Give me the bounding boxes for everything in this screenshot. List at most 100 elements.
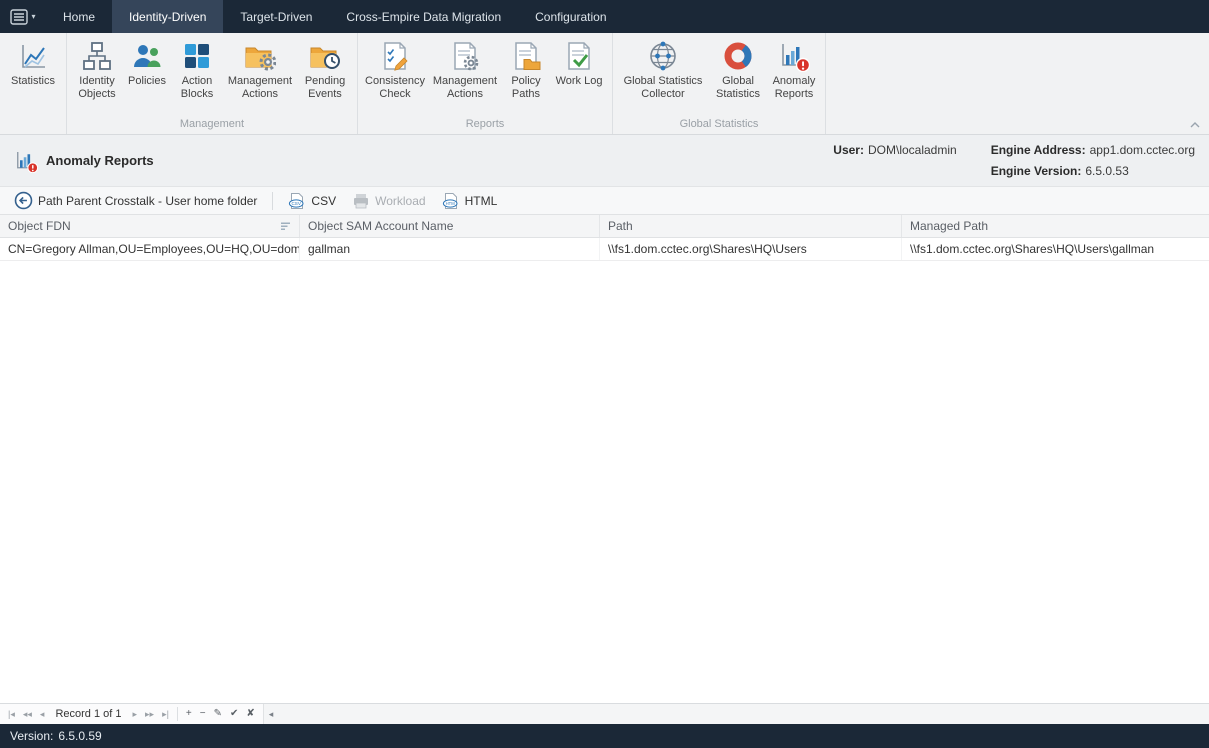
nav-append-button[interactable]: + — [182, 704, 196, 724]
table-row[interactable]: CN=Gregory Allman,OU=Employees,OU=HQ,OU=… — [0, 238, 1209, 261]
ribbon-group-management: Identity Objects Policies Action — [67, 33, 358, 134]
tab-identity-driven[interactable]: Identity-Driven — [112, 0, 223, 33]
engine-info: User:DOM\localadmin Engine Address:app1.… — [833, 143, 1195, 178]
nav-delete-button[interactable]: − — [196, 704, 210, 724]
document-gear-icon — [449, 40, 481, 72]
page-title: Anomaly Reports — [14, 149, 154, 173]
svg-text:HTM: HTM — [445, 201, 455, 206]
scroll-left-arrow-icon[interactable]: ◂ — [264, 709, 279, 720]
checklist-pencil-icon — [379, 40, 411, 72]
nav-first-button[interactable]: |◂ — [4, 704, 19, 724]
sort-indicator-icon — [281, 222, 291, 231]
engine-address-info: Engine Address:app1.dom.cctec.org — [991, 143, 1195, 157]
cell-object-fdn[interactable]: CN=Gregory Allman,OU=Employees,OU=HQ,OU=… — [0, 238, 300, 260]
policies-button[interactable]: Policies — [123, 36, 171, 90]
page-title-text: Anomaly Reports — [46, 153, 154, 168]
engine-version-info: Engine Version:6.5.0.53 — [991, 164, 1195, 178]
toolbar-separator — [272, 192, 273, 210]
identity-objects-icon — [81, 40, 113, 72]
column-header-object-sam-account-name[interactable]: Object SAM Account Name — [300, 215, 600, 237]
grid-empty-area — [0, 261, 1209, 703]
tab-target-driven[interactable]: Target-Driven — [223, 0, 329, 33]
policies-icon — [131, 40, 163, 72]
column-header-path[interactable]: Path — [600, 215, 902, 237]
work-log-button[interactable]: Work Log — [550, 36, 608, 90]
statistics-button[interactable]: Statistics — [4, 36, 62, 90]
export-html-button[interactable]: HTM HTML — [436, 190, 504, 212]
folder-gear-icon — [244, 40, 276, 72]
workload-label: Workload — [375, 194, 425, 208]
app-menu-button[interactable]: ▾ — [0, 0, 46, 33]
tab-home[interactable]: Home — [46, 0, 112, 33]
export-csv-label: CSV — [311, 194, 336, 208]
ribbon: Statistics Identity Objects — [0, 33, 1209, 135]
column-header-object-fdn[interactable]: Object FDN — [0, 215, 300, 237]
document-check-icon — [563, 40, 595, 72]
management-actions-report-button[interactable]: Management Actions — [428, 36, 502, 102]
record-count-text: Record 1 of 1 — [48, 708, 128, 720]
action-blocks-icon — [181, 40, 213, 72]
identity-objects-button[interactable]: Identity Objects — [71, 36, 123, 102]
bar-chart-alert-icon — [778, 40, 810, 72]
ribbon-group-reports: Consistency Check Management Actions — [358, 33, 613, 134]
column-header-managed-path[interactable]: Managed Path — [902, 215, 1209, 237]
ribbon-group-label — [2, 117, 64, 134]
document-folder-icon — [510, 40, 542, 72]
printer-icon — [352, 192, 370, 210]
policy-paths-button[interactable]: Policy Paths — [502, 36, 550, 102]
version-value: 6.5.0.59 — [58, 729, 101, 743]
global-statistics-collector-button[interactable]: Global Statistics Collector — [617, 36, 709, 102]
html-file-icon: HTM — [442, 192, 460, 210]
nav-cancel-button[interactable]: ✘ — [242, 704, 258, 724]
nav-prev-page-button[interactable]: ◂◂ — [19, 704, 36, 724]
ribbon-group-label: Management — [69, 117, 355, 134]
nav-next-page-button[interactable]: ▸▸ — [141, 704, 158, 724]
anomaly-reports-button[interactable]: Anomaly Reports — [767, 36, 821, 102]
statistics-icon — [17, 40, 49, 72]
cell-path[interactable]: \\fs1.dom.cctec.org\Shares\HQ\Users — [600, 238, 902, 260]
user-info: User:DOM\localadmin — [833, 143, 956, 157]
nav-prev-button[interactable]: ◂ — [36, 704, 49, 724]
results-grid: Object FDN Object SAM Account Name Path … — [0, 215, 1209, 724]
anomaly-reports-title-icon — [14, 149, 38, 173]
management-actions-button[interactable]: Management Actions — [223, 36, 297, 102]
nav-post-button[interactable]: ✔ — [226, 704, 242, 724]
cell-managed-path[interactable]: \\fs1.dom.cctec.org\Shares\HQ\Users\gall… — [902, 238, 1209, 260]
csv-file-icon: CSV — [288, 192, 306, 210]
ribbon-group-statistics: Statistics — [0, 33, 67, 134]
ribbon-group-label: Global Statistics — [615, 117, 823, 134]
nav-edit-button[interactable]: ✎ — [210, 704, 226, 724]
nav-next-button[interactable]: ▸ — [128, 704, 141, 724]
global-statistics-button[interactable]: Global Statistics — [709, 36, 767, 102]
version-label: Version: — [10, 729, 53, 743]
export-csv-button[interactable]: CSV CSV — [282, 190, 342, 212]
grid-header-row: Object FDN Object SAM Account Name Path … — [0, 215, 1209, 238]
workload-button[interactable]: Workload — [346, 190, 431, 212]
nav-last-button[interactable]: ▸| — [158, 704, 173, 724]
back-button[interactable]: Path Parent Crosstalk - User home folder — [8, 189, 263, 212]
back-arrow-icon — [14, 191, 33, 210]
ribbon-collapse-chevron-icon[interactable] — [1188, 119, 1202, 131]
page-header: Anomaly Reports User:DOM\localadmin Engi… — [0, 135, 1209, 187]
consistency-check-button[interactable]: Consistency Check — [362, 36, 428, 102]
donut-chart-icon — [722, 40, 754, 72]
navigator-separator — [177, 707, 178, 721]
horizontal-scrollbar[interactable]: ◂ — [263, 704, 1209, 724]
app-window: { "menubar": { "tabs": [ { "label": "Hom… — [0, 0, 1209, 748]
status-bar: Version: 6.5.0.59 — [0, 724, 1209, 748]
back-button-label: Path Parent Crosstalk - User home folder — [38, 194, 257, 208]
tab-cross-empire-data-migration[interactable]: Cross-Empire Data Migration — [329, 0, 518, 33]
export-html-label: HTML — [465, 194, 498, 208]
action-blocks-button[interactable]: Action Blocks — [171, 36, 223, 102]
globe-nodes-icon — [647, 40, 679, 72]
report-toolbar: Path Parent Crosstalk - User home folder… — [0, 187, 1209, 215]
tab-configuration[interactable]: Configuration — [518, 0, 623, 33]
folder-clock-icon — [309, 40, 341, 72]
chevron-down-icon: ▾ — [31, 12, 35, 21]
app-menu-icon — [10, 9, 28, 25]
menu-bar: ▾ Home Identity-Driven Target-Driven Cro… — [0, 0, 1209, 33]
svg-text:CSV: CSV — [292, 201, 302, 206]
record-navigator: |◂ ◂◂ ◂ Record 1 of 1 ▸ ▸▸ ▸| + − ✎ ✔ ✘ … — [0, 703, 1209, 724]
cell-object-sam-account-name[interactable]: gallman — [300, 238, 600, 260]
pending-events-button[interactable]: Pending Events — [297, 36, 353, 102]
